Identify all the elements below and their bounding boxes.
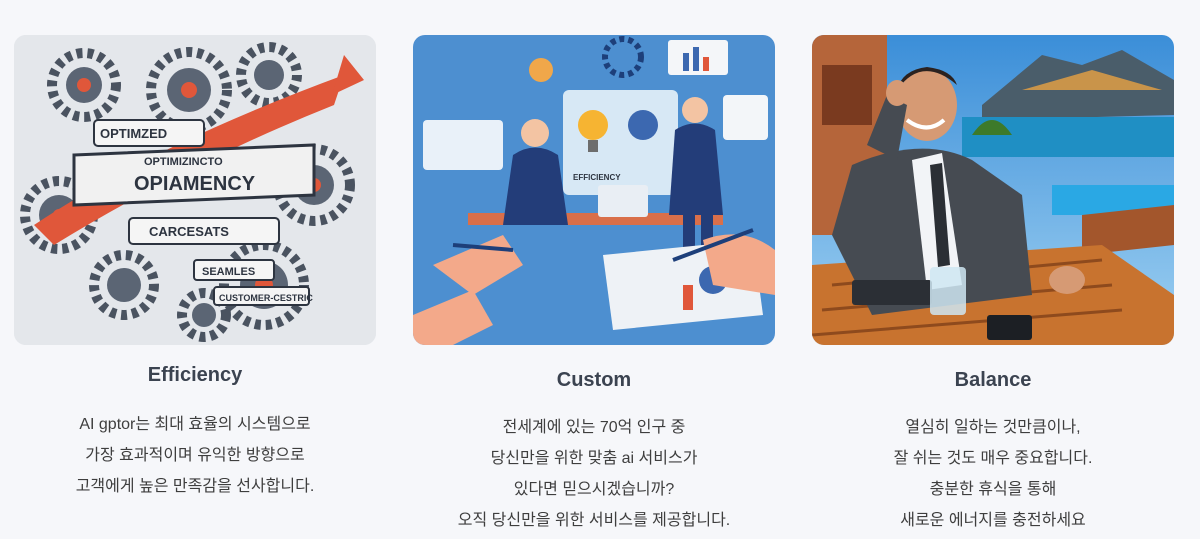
balance-image — [812, 35, 1174, 345]
custom-image: EFFICIENCY — [413, 35, 775, 345]
description-line: 당신만을 위한 맞춤 ai 서비스가 — [490, 450, 698, 467]
description-line: 오직 당신만을 위한 서비스를 제공합니다. — [457, 512, 731, 529]
description-line: AI gptor는 최대 효율의 시스템으로 — [79, 416, 311, 433]
description-line: 열심히 일하는 것만큼이나, — [905, 419, 1081, 436]
efficiency-image-word-6: CUSTOMER-CESTRIC — [219, 293, 313, 303]
efficiency-image-word-3: OPIAMENCY — [134, 173, 256, 195]
description-line: 고객에게 높은 만족감을 선사합니다. — [75, 478, 315, 495]
efficiency-image-word-2: OPTIMIZINCTO — [144, 156, 223, 168]
efficiency-image: OPTIMZED OPTIMIZINCTO OPIAMENCY CARCESAT… — [14, 35, 376, 345]
card-description: 열심히 일하는 것만큼이나, 잘 쉬는 것도 매우 중요합니다. 충분한 휴식을… — [812, 412, 1174, 536]
card-title: Custom — [556, 369, 632, 391]
efficiency-image-word-4: CARCESATS — [149, 224, 229, 239]
description-line: 있다면 믿으시겠습니까? — [513, 481, 675, 498]
card-description: 전세계에 있는 70억 인구 중 당신만을 위한 맞춤 ai 서비스가 있다면 … — [413, 412, 775, 536]
description-line: 충분한 휴식을 통해 — [929, 481, 1057, 498]
card-title: Efficiency — [147, 364, 243, 386]
card-description: AI gptor는 최대 효율의 시스템으로 가장 효과적이며 유익한 방향으로… — [14, 409, 376, 502]
description-line: 가장 효과적이며 유익한 방향으로 — [85, 447, 305, 464]
description-line: 전세계에 있는 70억 인구 중 — [502, 419, 686, 436]
custom-image-word: EFFICIENCY — [573, 173, 621, 182]
efficiency-image-word-1: OPTIMZED — [100, 126, 167, 141]
description-line: 새로운 에너지를 충전하세요 — [900, 512, 1086, 529]
efficiency-image-word-5: SEAMLES — [202, 266, 255, 278]
card-title: Balance — [954, 369, 1032, 391]
description-line: 잘 쉬는 것도 매우 중요합니다. — [893, 450, 1093, 467]
